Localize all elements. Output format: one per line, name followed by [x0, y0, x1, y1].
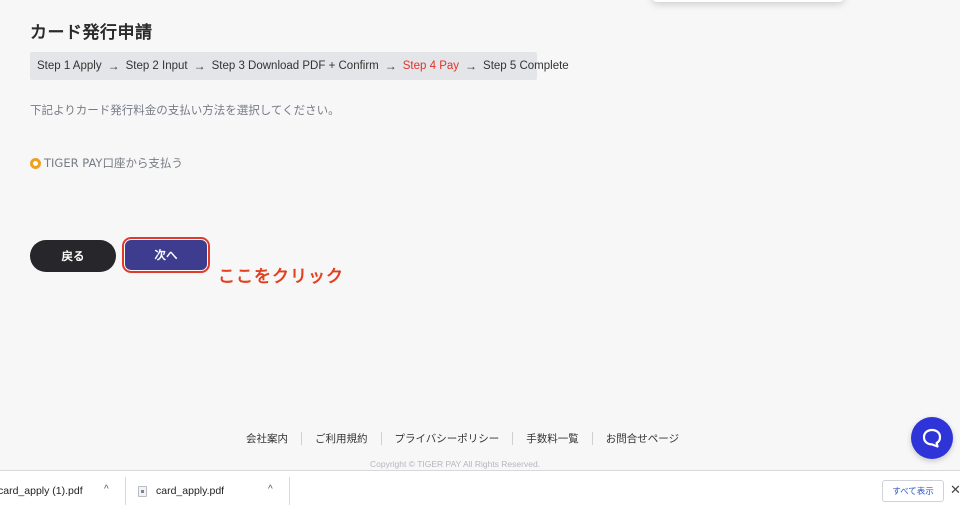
step-arrow-icon: → [465, 59, 478, 73]
main-page: カード発行申請 Step 1 Apply → Step 2 Input → St… [0, 0, 960, 470]
radio-button[interactable] [30, 157, 41, 169]
close-icon[interactable]: ✕ [950, 482, 960, 498]
show-all-button[interactable]: すべて表示 [882, 480, 944, 502]
footer-links: 会社案内 ご利用規約 プライバシーポリシー 手数料一覧 お問合せページ [233, 431, 692, 446]
back-button[interactable]: 戻る [30, 240, 116, 272]
footer-link-company[interactable]: 会社案内 [233, 431, 301, 446]
footer-link-privacy[interactable]: プライバシーポリシー [382, 431, 513, 446]
chat-button[interactable] [911, 417, 953, 459]
footer-link-contact[interactable]: お問合せページ [593, 431, 692, 446]
footer-link-terms[interactable]: ご利用規約 [302, 431, 381, 446]
download-item[interactable]: card_apply (1).pdf [0, 471, 83, 510]
click-here-annotation: ここをクリック [218, 267, 344, 287]
step-arrow-icon: → [384, 59, 397, 73]
step-3: Step 3 Download PDF + Confirm [211, 60, 379, 72]
footer-link-fees[interactable]: 手数料一覧 [513, 431, 592, 446]
download-divider [125, 477, 126, 505]
step-progress: Step 1 Apply → Step 2 Input → Step 3 Dow… [30, 52, 569, 80]
payment-option-tigerpay[interactable]: TIGER PAY口座から支払う [30, 155, 183, 171]
next-button[interactable]: 次へ [125, 240, 207, 270]
download-divider [289, 477, 290, 505]
step-arrow-icon: → [107, 59, 120, 73]
chevron-up-icon[interactable]: ^ [104, 484, 109, 495]
page-title: カード発行申請 [30, 23, 153, 43]
step-1: Step 1 Apply [37, 60, 102, 72]
copyright-text: Copyright © TIGER PAY All Rights Reserve… [370, 459, 541, 469]
payment-option-label: TIGER PAY口座から支払う [44, 156, 183, 170]
step-2: Step 2 Input [125, 60, 188, 72]
download-bar: card_apply (1).pdf ^ card_apply.pdf ^ すべ… [0, 470, 960, 510]
file-icon [138, 485, 147, 497]
dropdown-popup-edge [652, 0, 844, 2]
instruction-text: 下記よりカード発行料金の支払い方法を選択してください。 [30, 103, 340, 117]
download-filename: card_apply (1).pdf [0, 485, 83, 497]
step-4-current: Step 4 Pay [402, 60, 460, 72]
chat-bubble-icon [922, 428, 942, 448]
step-arrow-icon: → [193, 59, 206, 73]
download-item[interactable]: card_apply.pdf [138, 471, 224, 510]
step-5: Step 5 Complete [483, 60, 569, 72]
download-filename: card_apply.pdf [156, 485, 225, 497]
chevron-up-icon[interactable]: ^ [268, 484, 273, 495]
